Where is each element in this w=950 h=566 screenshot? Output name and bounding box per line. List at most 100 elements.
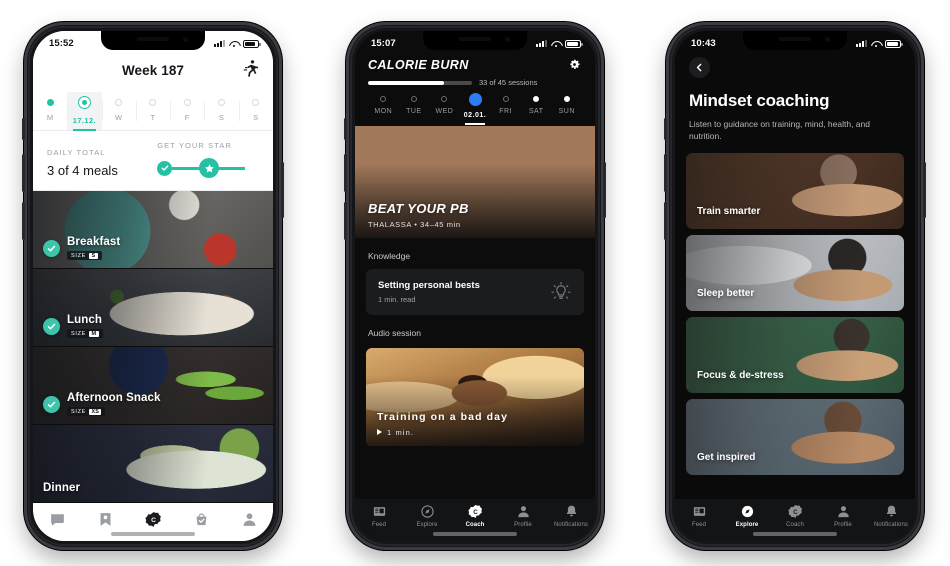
size-badge: SIZE M	[67, 329, 103, 338]
gear-icon[interactable]	[567, 57, 582, 72]
play-icon[interactable]	[377, 429, 382, 435]
meal-check-icon[interactable]	[43, 317, 60, 335]
size-value: M	[89, 330, 99, 337]
day-status-dot	[252, 99, 260, 106]
tab-label: Explore	[416, 522, 438, 528]
tab-coach[interactable]: C Coach	[453, 504, 497, 528]
day-item-fri[interactable]: FRI	[490, 96, 521, 123]
tab-feed[interactable]	[42, 506, 72, 532]
day-item-selected[interactable]: 17.12.	[67, 92, 102, 131]
power-button[interactable]	[923, 162, 926, 218]
day-status-dot	[183, 99, 191, 106]
tab-explore[interactable]: Explore	[725, 504, 769, 528]
back-button[interactable]	[689, 57, 710, 78]
section-label-knowledge: Knowledge	[368, 250, 411, 261]
volume-down-button[interactable]	[344, 202, 347, 240]
week-day-selector[interactable]: M 17.12. W T F S S	[33, 92, 273, 131]
runner-icon[interactable]	[241, 59, 260, 80]
hero-workout-card[interactable]: BEAT YOUR PB THALASSA • 34–45 min	[355, 125, 595, 238]
list-item[interactable]: Train smarter	[686, 152, 904, 229]
list-item[interactable]: Get inspired	[686, 398, 904, 475]
speaker-grille	[459, 37, 491, 41]
star-progress-track	[157, 158, 259, 178]
size-badge: SIZE XS	[67, 407, 106, 416]
week-day-selector[interactable]: MON TUE WED 02.01. FRI SAT SUN	[368, 92, 582, 124]
day-item-f[interactable]: F	[170, 92, 204, 130]
tab-feed[interactable]: Feed	[677, 504, 721, 528]
speaker-grille	[779, 37, 811, 41]
audio-session-card[interactable]: Training on a bad day 1 min.	[366, 347, 584, 446]
svg-text:C: C	[793, 509, 798, 516]
day-item-s1[interactable]: S	[204, 92, 238, 130]
tab-label: Profile	[514, 522, 532, 528]
tab-coach[interactable]: C Coach	[773, 504, 817, 528]
volume-up-button[interactable]	[664, 154, 667, 192]
phone-meal-plan: 15:52 Week 187 M 17.12. W T F S S DAILY …	[22, 22, 284, 550]
list-item[interactable]: Focus & de-stress	[686, 316, 904, 393]
status-time: 15:52	[49, 38, 74, 49]
meal-name: Afternoon Snack	[67, 392, 161, 404]
day-item-wed[interactable]: WED	[429, 96, 460, 123]
battery-icon	[885, 39, 903, 48]
volume-up-button[interactable]	[22, 154, 25, 192]
tab-coach[interactable]: C	[138, 506, 168, 532]
program-title: CALORIE BURN	[368, 57, 469, 72]
day-item-t[interactable]: T	[135, 92, 170, 130]
power-button[interactable]	[603, 162, 606, 218]
card-label: Train smarter	[697, 205, 761, 217]
day-item-s2[interactable]: S	[238, 92, 273, 130]
phone1-header: Week 187 M 17.12. W T F S S DAILY TOTAL …	[33, 31, 273, 191]
day-label: W	[114, 113, 123, 122]
size-badge: SIZE S	[67, 251, 102, 260]
list-item[interactable]: Dinner	[33, 425, 273, 503]
mute-switch[interactable]	[664, 118, 667, 140]
screenshot-stage: 15:52 Week 187 M 17.12. W T F S S DAILY …	[0, 0, 950, 566]
size-value: S	[89, 252, 98, 259]
power-button[interactable]	[281, 162, 284, 218]
day-label: S	[253, 113, 259, 122]
mute-switch[interactable]	[22, 118, 25, 140]
svg-text:C: C	[151, 517, 156, 524]
volume-down-button[interactable]	[664, 202, 667, 240]
hero-meta: THALASSA • 34–45 min	[368, 219, 461, 229]
tab-feed[interactable]: Feed	[357, 504, 401, 528]
tab-profile[interactable]: Profile	[501, 504, 545, 528]
progress-row: 33 of 45 sessions	[368, 78, 582, 87]
meal-name: Breakfast	[67, 236, 121, 248]
audio-duration: 1 min.	[387, 427, 415, 437]
day-status-dot	[468, 92, 482, 106]
day-item-sat[interactable]: SAT	[521, 96, 552, 123]
volume-down-button[interactable]	[22, 202, 25, 240]
chevron-left-icon	[696, 63, 702, 72]
day-item-mon[interactable]: MON	[368, 96, 399, 123]
meal-check-icon[interactable]	[43, 239, 60, 257]
day-item-tue[interactable]: TUE	[399, 96, 430, 123]
tab-notifications[interactable]: Notifications	[869, 504, 913, 528]
tab-explore[interactable]: Explore	[405, 504, 449, 528]
tab-explore[interactable]	[90, 506, 120, 532]
list-item[interactable]: Breakfast SIZE S	[33, 191, 273, 269]
tab-shopping[interactable]	[186, 506, 216, 532]
day-status-dot	[77, 96, 91, 109]
phone3-screen: 10:43 Mindset coaching Listen to guidanc…	[675, 31, 915, 541]
knowledge-card-title: Setting personal bests	[378, 279, 480, 291]
tab-profile[interactable]	[234, 506, 264, 532]
knowledge-card[interactable]: Setting personal bests 1 min. read	[366, 268, 584, 315]
day-label: FRI	[499, 108, 512, 115]
day-item-m[interactable]: M	[33, 92, 67, 130]
mute-switch[interactable]	[344, 118, 347, 140]
meal-check-icon[interactable]	[43, 395, 60, 413]
check-icon	[157, 160, 173, 176]
svg-text:C: C	[473, 509, 478, 516]
tab-profile[interactable]: Profile	[821, 504, 865, 528]
list-item[interactable]: Lunch SIZE M	[33, 269, 273, 347]
get-your-star-caption: GET YOUR STAR	[157, 141, 232, 150]
day-item-sun[interactable]: SUN	[551, 96, 582, 123]
tab-notifications[interactable]: Notifications	[549, 504, 593, 528]
list-item[interactable]: Sleep better	[686, 234, 904, 311]
list-item[interactable]: Afternoon Snack SIZE XS	[33, 347, 273, 425]
volume-up-button[interactable]	[344, 154, 347, 192]
day-item-w[interactable]: W	[101, 92, 136, 130]
cellular-icon	[856, 40, 867, 47]
day-item-selected[interactable]: 02.01.	[460, 92, 491, 124]
